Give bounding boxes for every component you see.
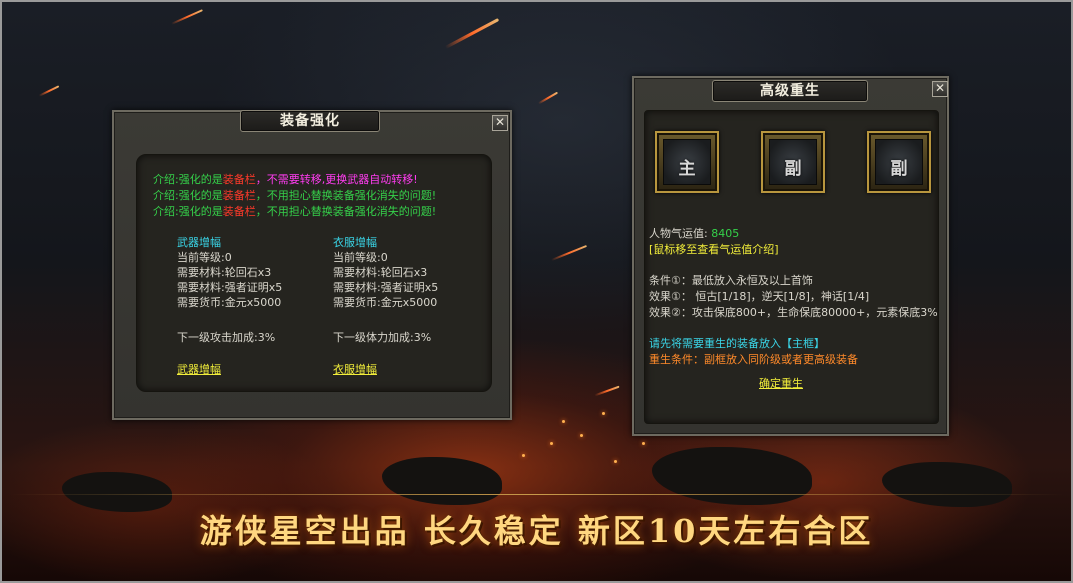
popularity-label: 人物气运值:: [649, 227, 708, 240]
intro-highlight: 装备栏: [222, 205, 256, 218]
armor-material-1: 需要材料:轮回石x3: [333, 266, 428, 279]
weapon-material-2: 需要材料:强者证明x5: [177, 281, 283, 294]
confirm-rebirth-button[interactable]: 确定重生: [759, 377, 803, 391]
rebirth-condition: 重生条件：副框放入同阶级或者更高级装备: [649, 353, 858, 366]
spark: [642, 442, 645, 445]
rebirth-panel: 高级重生 ✕ 主 副 副 人物气运值: 8405 [鼠标移至查看气运值介绍] 条…: [632, 76, 949, 436]
spark: [614, 460, 617, 463]
slot-frame: 主: [663, 139, 711, 185]
spark: [602, 412, 605, 415]
intro-prefix: 介绍:强化的是: [153, 189, 223, 202]
intro-prefix: 介绍:强化的是: [153, 173, 223, 186]
intro-highlight: 装备栏: [222, 189, 256, 202]
rock: [382, 457, 502, 505]
intro-suffix: ，不需要转移,更换武器自动转移!: [255, 173, 418, 186]
weapon-level: 当前等级:0: [177, 251, 232, 264]
secondary-slot-label: 副: [784, 159, 802, 179]
weapon-currency: 需要货币:金元x5000: [177, 296, 282, 309]
weapon-material-1: 需要材料:轮回石x3: [177, 266, 272, 279]
rock: [882, 462, 1012, 507]
popularity-hint-link[interactable]: [鼠标移至查看气运值介绍]: [649, 243, 779, 257]
armor-level: 当前等级:0: [333, 251, 388, 264]
rebirth-panel-title: 高级重生: [712, 80, 868, 102]
main-equipment-slot[interactable]: 主: [655, 131, 719, 193]
secondary-equipment-slot[interactable]: 副: [761, 131, 825, 193]
spark: [522, 454, 525, 457]
effect-2: 效果②：攻击保底800+，生命保底80000+，元素保底3%: [649, 306, 938, 319]
promo-banner: 游侠星空出品 长久稳定 新区10天左右合区: [199, 512, 874, 550]
armor-enhance-button[interactable]: 衣服增幅: [333, 363, 377, 377]
close-button[interactable]: ✕: [492, 115, 508, 131]
intro-prefix: 介绍:强化的是: [153, 205, 223, 218]
enhance-panel-title: 装备强化: [240, 110, 380, 132]
armor-currency: 需要货币:金元x5000: [333, 296, 438, 309]
main-slot-label: 主: [678, 159, 696, 179]
weapon-bonus: 下一级攻击加成:3%: [177, 331, 276, 344]
popularity-line: 人物气运值: 8405: [649, 227, 739, 241]
intro-line: 介绍:强化的是装备栏，不需要转移,更换武器自动转移!: [153, 173, 418, 187]
ember-streak: [444, 18, 500, 49]
ember-streak: [537, 91, 559, 105]
intro-line: 介绍:强化的是装备栏，不用担心替换装备强化消失的问题!: [153, 189, 436, 203]
rock: [652, 447, 812, 505]
armor-header: 衣服增幅: [333, 236, 377, 249]
intro-highlight: 装备栏: [222, 173, 256, 186]
rebirth-instruction: 请先将需要重生的装备放入【主框】: [649, 337, 825, 350]
secondary-equipment-slot[interactable]: 副: [867, 131, 931, 193]
ember-streak: [551, 244, 587, 262]
spark: [562, 420, 565, 423]
slot-frame: 副: [875, 139, 923, 185]
intro-suffix: ，不用担心替换装备强化消失的问题!: [255, 205, 437, 218]
slot-frame: 副: [769, 139, 817, 185]
banner-divider: [10, 494, 1063, 495]
intro-line: 介绍:强化的是装备栏，不用担心替换装备强化消失的问题!: [153, 205, 436, 219]
ember-streak: [38, 85, 60, 97]
spark: [550, 442, 553, 445]
spark: [580, 434, 583, 437]
popularity-value: 8405: [711, 227, 740, 240]
armor-material-2: 需要材料:强者证明x5: [333, 281, 439, 294]
intro-suffix: ，不用担心替换装备强化消失的问题!: [255, 189, 437, 202]
weapon-header: 武器增幅: [177, 236, 221, 249]
armor-bonus: 下一级体力加成:3%: [333, 331, 432, 344]
enhance-content: 介绍:强化的是装备栏，不需要转移,更换武器自动转移! 介绍:强化的是装备栏，不用…: [136, 154, 492, 392]
enhance-panel: 装备强化 ✕ 介绍:强化的是装备栏，不需要转移,更换武器自动转移! 介绍:强化的…: [112, 110, 512, 420]
ember-streak: [594, 385, 620, 397]
secondary-slot-label: 副: [890, 159, 908, 179]
effect-1: 效果①： 恒古[1/18]，逆天[1/8]，神话[1/4]: [649, 290, 870, 303]
ember-streak: [171, 9, 203, 25]
rebirth-content: 主 副 副 人物气运值: 8405 [鼠标移至查看气运值介绍] 条件①：最低放入…: [644, 110, 939, 424]
weapon-enhance-button[interactable]: 武器增幅: [177, 363, 221, 377]
close-button[interactable]: ✕: [932, 81, 948, 97]
condition-1: 条件①：最低放入永恒及以上首饰: [649, 274, 813, 287]
